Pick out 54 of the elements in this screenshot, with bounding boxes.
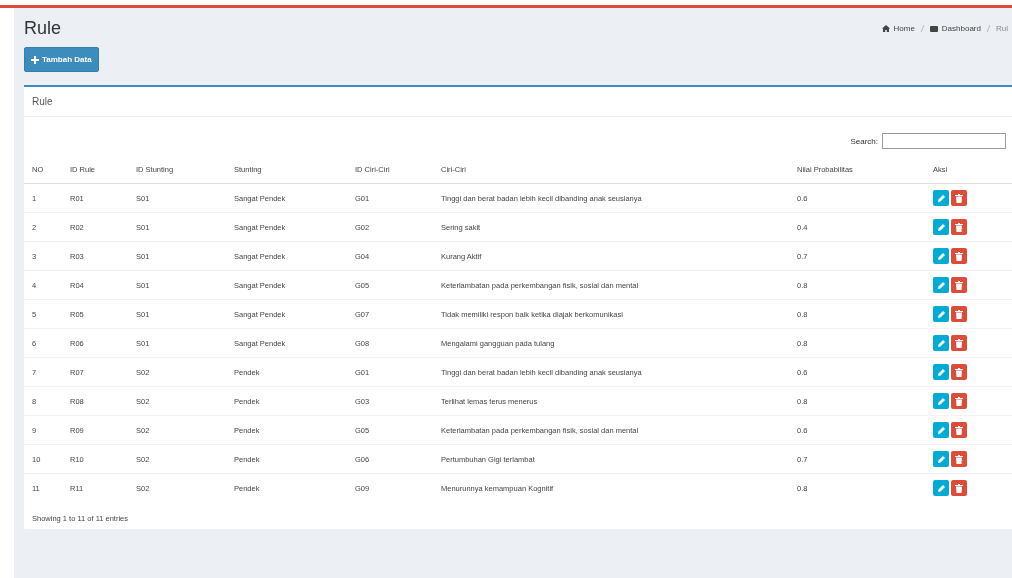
trash-icon [955, 367, 963, 377]
pencil-icon [936, 338, 946, 348]
edit-button[interactable] [933, 422, 949, 438]
delete-button[interactable] [951, 335, 967, 351]
pencil-icon [936, 425, 946, 435]
delete-button[interactable] [951, 451, 967, 467]
pencil-icon [936, 251, 946, 261]
trash-icon [955, 338, 963, 348]
page-title: Rule [24, 18, 62, 39]
edit-button[interactable] [933, 277, 949, 293]
trash-icon [955, 396, 963, 406]
edit-button[interactable] [933, 248, 949, 264]
pencil-icon [936, 280, 946, 290]
delete-button[interactable] [951, 277, 967, 293]
pencil-icon [936, 483, 946, 493]
edit-button[interactable] [933, 306, 949, 322]
delete-button[interactable] [951, 364, 967, 380]
trash-icon [955, 425, 963, 435]
pencil-icon [936, 309, 946, 319]
plus-icon [31, 55, 39, 64]
trash-icon [955, 483, 963, 493]
search-label: Search: [850, 136, 878, 146]
pencil-icon [936, 396, 946, 406]
edit-button[interactable] [933, 364, 949, 380]
add-data-button[interactable]: Tambah Data [24, 47, 99, 72]
edit-button[interactable] [933, 393, 949, 409]
delete-button[interactable] [951, 480, 967, 496]
delete-button[interactable] [951, 393, 967, 409]
trash-icon [955, 251, 963, 261]
search-field[interactable] [882, 133, 1006, 149]
breadcrumb-link[interactable]: Home [893, 24, 915, 33]
delete-button[interactable] [951, 219, 967, 235]
trash-icon [955, 222, 963, 232]
pencil-icon [936, 454, 946, 464]
trash-icon [955, 193, 963, 203]
dashboard-icon [929, 25, 938, 32]
pencil-icon [936, 367, 946, 377]
card-title: Rule [32, 96, 53, 107]
trash-icon [955, 280, 963, 290]
edit-button[interactable] [933, 451, 949, 467]
edit-button[interactable] [933, 335, 949, 351]
edit-button[interactable] [933, 190, 949, 206]
delete-button[interactable] [951, 422, 967, 438]
pencil-icon [936, 193, 946, 203]
delete-button[interactable] [951, 248, 967, 264]
breadcrumb-link[interactable]: Dashboard [941, 24, 981, 33]
trash-icon [955, 309, 963, 319]
trash-icon [955, 454, 963, 464]
delete-button[interactable] [951, 190, 967, 206]
delete-button[interactable] [951, 306, 967, 322]
edit-button[interactable] [933, 480, 949, 496]
home-icon [881, 25, 890, 32]
pencil-icon [936, 222, 946, 232]
edit-button[interactable] [933, 219, 949, 235]
